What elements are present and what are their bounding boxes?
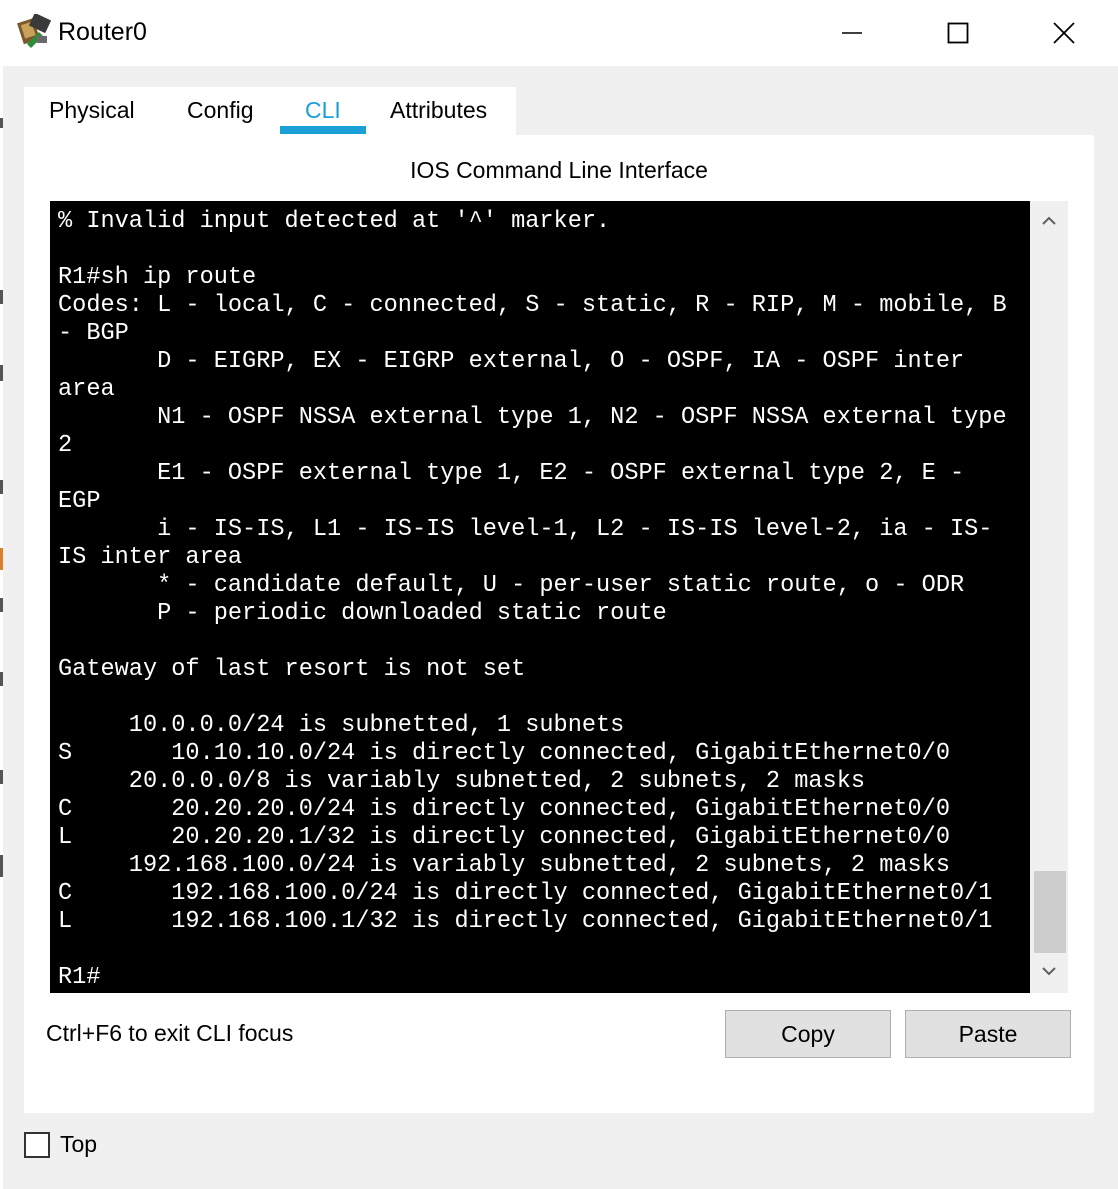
edge-mark	[0, 365, 3, 381]
top-checkbox-label: Top	[60, 1131, 98, 1157]
edge-mark	[0, 548, 3, 570]
terminal-line: L 192.168.100.1/32 is directly connected…	[58, 908, 993, 935]
window-left-edge	[0, 0, 3, 1189]
window-title: Router0	[58, 18, 147, 46]
terminal-line: - BGP	[58, 320, 129, 347]
terminal-line: 20.0.0.0/8 is variably subnetted, 2 subn…	[58, 768, 866, 795]
terminal-line: 10.0.0.0/24 is subnetted, 1 subnets	[58, 712, 625, 739]
paste-button[interactable]: Paste	[905, 1010, 1071, 1058]
cli-heading: IOS Command Line Interface	[410, 157, 708, 183]
edge-mark	[0, 672, 3, 686]
scroll-up-button[interactable]	[1030, 203, 1068, 241]
terminal-line: P - periodic downloaded static route	[58, 600, 667, 627]
edge-mark	[0, 118, 3, 128]
active-tab-indicator	[280, 126, 366, 134]
top-checkbox[interactable]	[24, 1132, 50, 1158]
cli-panel: IOS Command Line Interface % Invalid inp…	[24, 135, 1094, 1113]
chevron-down-icon	[1042, 963, 1056, 981]
tab-cli[interactable]: CLI	[305, 97, 341, 124]
terminal-line: L 20.20.20.1/32 is directly connected, G…	[58, 824, 950, 851]
edge-mark	[0, 770, 3, 784]
terminal-line: E1 - OSPF external type 1, E2 - OSPF ext…	[58, 460, 965, 487]
terminal-line: N1 - OSPF NSSA external type 1, N2 - OSP…	[58, 404, 1007, 431]
edge-mark	[0, 290, 3, 304]
minimize-icon	[841, 22, 863, 44]
scroll-thumb[interactable]	[1034, 871, 1066, 953]
router-icon	[17, 12, 53, 50]
terminal-line: * - candidate default, U - per-user stat…	[58, 572, 965, 599]
terminal-line: % Invalid input detected at '^' marker.	[58, 208, 611, 235]
terminal-line: area	[58, 376, 115, 403]
terminal-line: C 192.168.100.0/24 is directly connected…	[58, 880, 993, 907]
maximize-button[interactable]	[905, 0, 1011, 66]
title-bar[interactable]: Router0	[3, 0, 1118, 66]
terminal-line: R1#	[58, 964, 101, 991]
terminal-line: Codes: L - local, C - connected, S - sta…	[58, 292, 1007, 319]
cli-terminal[interactable]: % Invalid input detected at '^' marker. R…	[50, 201, 1030, 993]
terminal-line: i - IS-IS, L1 - IS-IS level-1, L2 - IS-I…	[58, 516, 993, 543]
copy-button[interactable]: Copy	[725, 1010, 891, 1058]
tab-physical[interactable]: Physical	[49, 97, 135, 124]
terminal-line: R1#sh ip route	[58, 264, 257, 291]
edge-mark	[0, 855, 3, 877]
scroll-down-button[interactable]	[1030, 953, 1068, 991]
chevron-up-icon	[1042, 213, 1056, 231]
terminal-line: IS inter area	[58, 544, 243, 571]
terminal-output: % Invalid input detected at '^' marker. R…	[58, 208, 1028, 992]
tab-config[interactable]: Config	[187, 97, 253, 124]
terminal-line: D - EIGRP, EX - EIGRP external, O - OSPF…	[58, 348, 965, 375]
terminal-line: 2	[58, 432, 73, 459]
close-icon	[1053, 22, 1075, 44]
edge-mark	[0, 480, 3, 494]
terminal-line: Gateway of last resort is not set	[58, 656, 526, 683]
terminal-scrollbar[interactable]	[1030, 201, 1068, 993]
cli-focus-hint: Ctrl+F6 to exit CLI focus	[46, 1020, 294, 1046]
maximize-icon	[947, 22, 969, 44]
terminal-line: S 10.10.10.0/24 is directly connected, G…	[58, 740, 950, 767]
tab-attributes[interactable]: Attributes	[390, 97, 487, 124]
terminal-line: C 20.20.20.0/24 is directly connected, G…	[58, 796, 950, 823]
tab-bar: Physical Config CLI Attributes	[24, 87, 516, 135]
close-button[interactable]	[1011, 0, 1117, 66]
edge-mark	[0, 598, 3, 612]
terminal-line: 192.168.100.0/24 is variably subnetted, …	[58, 852, 950, 879]
terminal-line: EGP	[58, 488, 101, 515]
minimize-button[interactable]	[799, 0, 905, 66]
